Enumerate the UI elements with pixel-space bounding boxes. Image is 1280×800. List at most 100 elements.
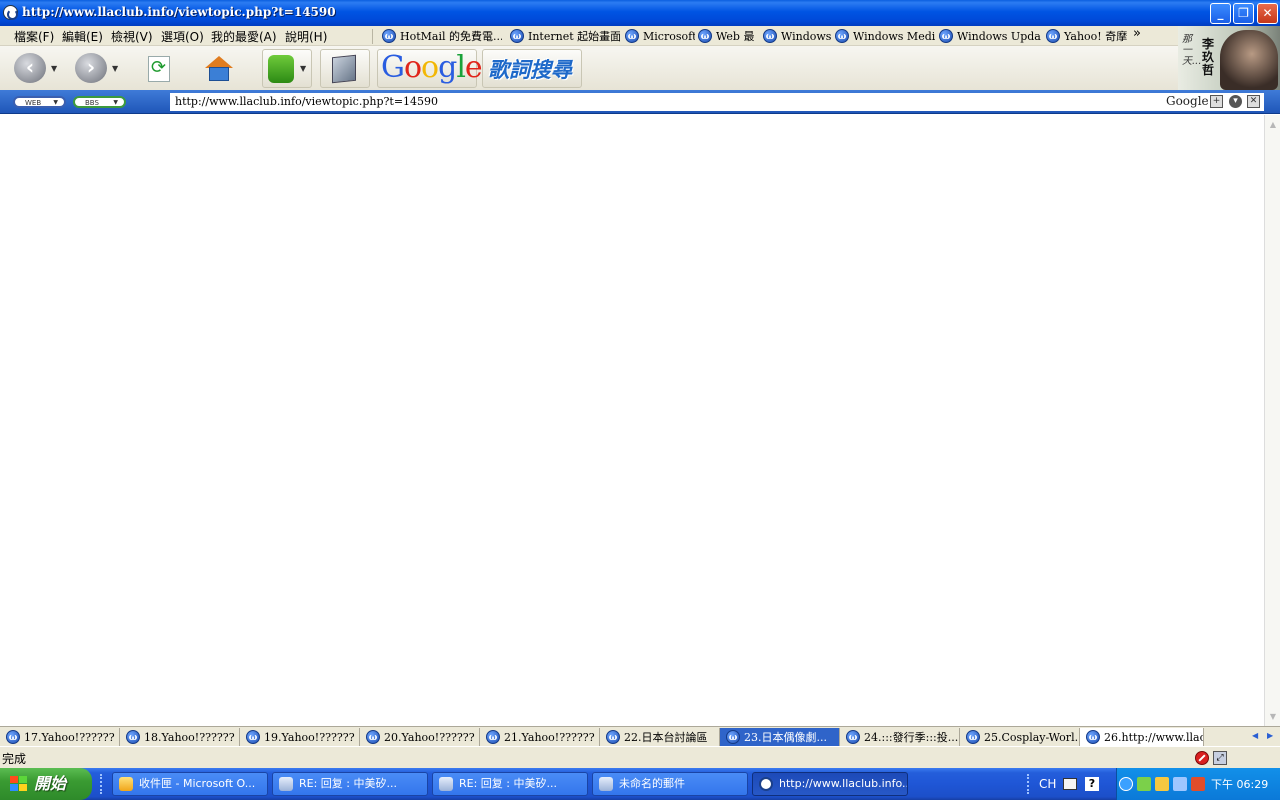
- web-page-icon: ω: [625, 29, 639, 43]
- page-tab-bar: ω 17.Yahoo!?????? ... ω 18.Yahoo!?????? ..…: [0, 726, 1280, 746]
- page-tab[interactable]: ω 19.Yahoo!??????: [240, 728, 360, 746]
- web-page-icon: ω: [510, 29, 524, 43]
- browser-icon: [759, 777, 773, 791]
- page-tab[interactable]: ω 20.Yahoo!?????? ...: [360, 728, 480, 746]
- vertical-scrollbar[interactable]: ▲ ▼: [1264, 115, 1280, 726]
- link-hotmail[interactable]: ω HotMail 的免費電...: [382, 27, 502, 45]
- taskbar-item-mail[interactable]: 未命名的郵件: [592, 772, 748, 796]
- forward-button[interactable]: ›: [75, 53, 107, 83]
- title-bar[interactable]: http://www.llaclub.info/viewtopic.php?t=…: [0, 0, 1280, 26]
- msn-icon: [268, 55, 294, 83]
- web-page-icon: ω: [606, 730, 620, 744]
- link-internet-start[interactable]: ω Internet 起始畫面: [510, 27, 620, 45]
- home-button[interactable]: [205, 56, 233, 82]
- status-bar: 完成 ⤢: [0, 746, 1280, 768]
- taskbar-item-outlook[interactable]: 收件匣 - Microsoft O...: [112, 772, 268, 796]
- web-page-icon: ω: [246, 730, 260, 744]
- cube-icon: [332, 54, 356, 84]
- back-button[interactable]: ‹: [14, 53, 46, 83]
- start-button[interactable]: 開始: [0, 768, 92, 800]
- links-more-chevron-icon[interactable]: »: [1133, 26, 1141, 41]
- task-label: http://www.llaclub.info...: [779, 777, 908, 790]
- fullscreen-icon[interactable]: ⤢: [1213, 751, 1227, 765]
- page-tab[interactable]: ω 26.http://www.llacl...: [1080, 728, 1204, 746]
- outlook-icon: [119, 777, 133, 791]
- web-page-icon: ω: [698, 29, 712, 43]
- popup-blocker-icon[interactable]: [1195, 751, 1209, 765]
- url-input[interactable]: http://www.llaclub.info/viewtopic.php?t=…: [170, 93, 1264, 111]
- search-engine-label[interactable]: Google: [1166, 94, 1209, 108]
- bbs-dropdown-button[interactable]: BBS: [73, 96, 126, 108]
- link-windows-media[interactable]: ω Windows Media: [835, 27, 935, 45]
- link-yahoo[interactable]: ω Yahoo! 奇摩: [1046, 27, 1130, 45]
- refresh-button[interactable]: [148, 56, 170, 82]
- page-content[interactable]: [0, 115, 1264, 726]
- page-tab-label: 18.Yahoo!?????? ...: [144, 730, 240, 744]
- help-icon[interactable]: ?: [1085, 777, 1099, 791]
- link-web[interactable]: ω Web 最: [698, 27, 760, 45]
- close-button[interactable]: ✕: [1257, 3, 1278, 24]
- language-indicator[interactable]: CH: [1039, 777, 1056, 791]
- scroll-down-icon[interactable]: ▼: [1266, 709, 1280, 724]
- keyboard-icon[interactable]: [1063, 778, 1077, 790]
- page-tab[interactable]: ω 22.日本台討論區: [600, 728, 720, 746]
- show-hidden-icons-chevron-icon[interactable]: [1119, 777, 1133, 791]
- taskbar-grip[interactable]: [100, 774, 104, 794]
- clock[interactable]: 下午 06:29: [1211, 776, 1268, 792]
- web-page-icon: ω: [1046, 29, 1060, 43]
- menu-help[interactable]: 說明(H): [285, 28, 327, 45]
- window-title: http://www.llaclub.info/viewtopic.php?t=…: [22, 5, 336, 19]
- web-page-icon: ω: [763, 29, 777, 43]
- page-tab-active[interactable]: ω 23.日本偶像劇...: [720, 728, 840, 746]
- minimize-button[interactable]: _: [1210, 3, 1231, 24]
- close-address-icon[interactable]: ✕: [1247, 95, 1260, 108]
- link-microsoft[interactable]: ω Microsoft: [625, 27, 695, 45]
- browser-app-icon[interactable]: [3, 5, 18, 20]
- banner-name: 李玖哲: [1202, 37, 1215, 77]
- tab-scroll-right-icon[interactable]: ▶: [1267, 731, 1273, 740]
- scroll-up-icon[interactable]: ▲: [1266, 117, 1280, 132]
- go-dropdown-icon[interactable]: ▾: [1229, 95, 1242, 108]
- msn-dropdown-icon[interactable]: ▼: [300, 64, 306, 73]
- page-tab[interactable]: ω 21.Yahoo!?????? ...: [480, 728, 600, 746]
- toolbar: ‹ ▼ › ▼ ▼ Google 歌詞搜尋: [0, 46, 1178, 90]
- back-arrow-icon: ‹: [25, 55, 35, 79]
- menu-favorites[interactable]: 我的最愛(A): [211, 28, 277, 45]
- menu-view[interactable]: 檢視(V): [111, 28, 153, 45]
- home-icon-body: [209, 67, 229, 81]
- back-dropdown-icon[interactable]: ▼: [51, 64, 57, 73]
- maximize-button[interactable]: ❐: [1233, 3, 1254, 24]
- task-label: RE: 回复 : 中美矽...: [299, 777, 397, 790]
- windows-logo-icon: [10, 776, 28, 792]
- google-logo: Google: [381, 50, 483, 85]
- menu-bar: 檔案(F) 編輯(E) 檢視(V) 選項(O) 我的最愛(A) 說明(H) ωH…: [0, 26, 1178, 46]
- taskbar-grip[interactable]: [1027, 774, 1031, 794]
- link-windows-update[interactable]: ω Windows Update: [939, 27, 1041, 45]
- new-tab-icon[interactable]: +: [1210, 95, 1223, 108]
- taskbar-item-mail[interactable]: RE: 回复 : 中美矽...: [432, 772, 588, 796]
- google-letter: g: [438, 50, 457, 85]
- forward-dropdown-icon[interactable]: ▼: [112, 64, 118, 73]
- page-tab[interactable]: ω 18.Yahoo!?????? ...: [120, 728, 240, 746]
- messenger-icon[interactable]: [1137, 777, 1151, 791]
- link-windows[interactable]: ω Windows: [763, 27, 831, 45]
- page-tab[interactable]: ω 25.Cosplay-Worl...: [960, 728, 1080, 746]
- page-tab[interactable]: ω 24.:::發行季:::投...: [840, 728, 960, 746]
- taskbar-item-browser[interactable]: http://www.llaclub.info...: [752, 772, 908, 796]
- page-tab-label: 21.Yahoo!?????? ...: [504, 730, 600, 744]
- menu-file[interactable]: 檔案(F): [14, 28, 54, 45]
- network-icon[interactable]: [1173, 777, 1187, 791]
- forward-arrow-icon: ›: [86, 55, 96, 79]
- link-label: HotMail 的免費電...: [400, 30, 502, 43]
- link-label: Internet 起始畫面: [528, 30, 620, 43]
- menu-options[interactable]: 選項(O): [161, 28, 204, 45]
- outlook-tray-icon[interactable]: [1155, 777, 1169, 791]
- security-icon[interactable]: [1191, 777, 1205, 791]
- web-dropdown-button[interactable]: WEB: [13, 96, 66, 108]
- page-tab[interactable]: ω 17.Yahoo!?????? ...: [0, 728, 120, 746]
- tab-scroll-left-icon[interactable]: ◀: [1252, 731, 1258, 740]
- menu-edit[interactable]: 編輯(E): [62, 28, 103, 45]
- web-page-icon: ω: [382, 29, 396, 43]
- brand-banner: 那一天... 李玖哲: [1178, 26, 1280, 90]
- taskbar-item-mail[interactable]: RE: 回复 : 中美矽...: [272, 772, 428, 796]
